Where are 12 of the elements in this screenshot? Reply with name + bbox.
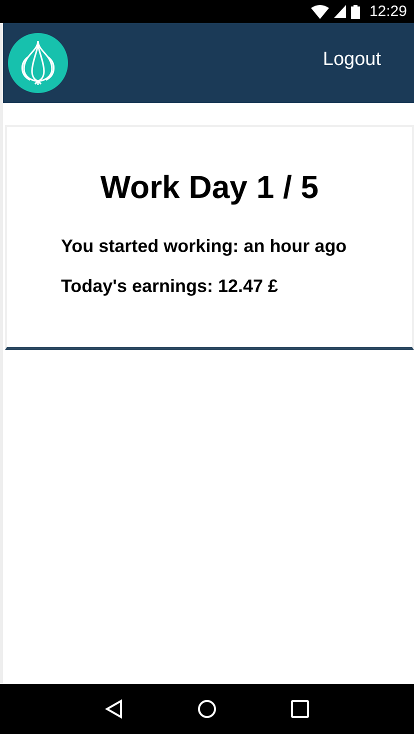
battery-icon: [351, 4, 360, 18]
info-line: Today's earnings: 12.47 £: [61, 276, 280, 296]
recents-icon[interactable]: [291, 700, 309, 718]
card-title: Work Day 1 / 5: [99, 169, 320, 206]
signal-icon: [334, 5, 346, 18]
home-icon[interactable]: [197, 699, 217, 719]
logout-link[interactable]: Logout: [322, 49, 381, 71]
garlic-logo-icon: [8, 33, 68, 93]
info-line: You started working: an hour ago: [61, 236, 348, 256]
status-time: 12:29: [369, 3, 407, 20]
back-icon[interactable]: [105, 699, 123, 719]
wifi-icon: [311, 4, 330, 18]
